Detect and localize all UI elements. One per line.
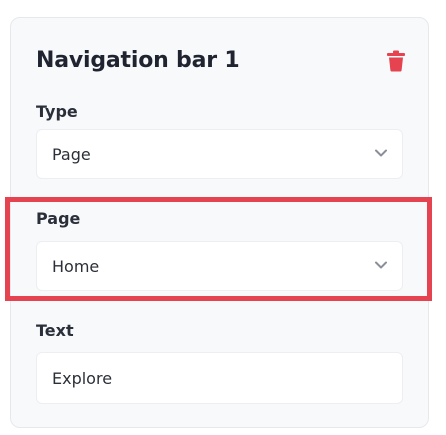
chevron-down-icon: [375, 149, 387, 157]
page-label: Page: [36, 209, 81, 228]
text-label: Text: [36, 321, 74, 340]
page-select[interactable]: Home: [36, 241, 403, 291]
text-input[interactable]: Explore: [36, 352, 403, 404]
panel-title: Navigation bar 1: [36, 48, 240, 73]
trash-icon: [387, 50, 405, 72]
chevron-down-icon: [375, 261, 387, 269]
type-select-value: Page: [52, 145, 91, 164]
type-select[interactable]: Page: [36, 129, 403, 179]
text-input-value: Explore: [52, 369, 113, 388]
page-select-value: Home: [52, 257, 100, 276]
type-label: Type: [36, 102, 78, 121]
delete-button[interactable]: [386, 50, 406, 72]
